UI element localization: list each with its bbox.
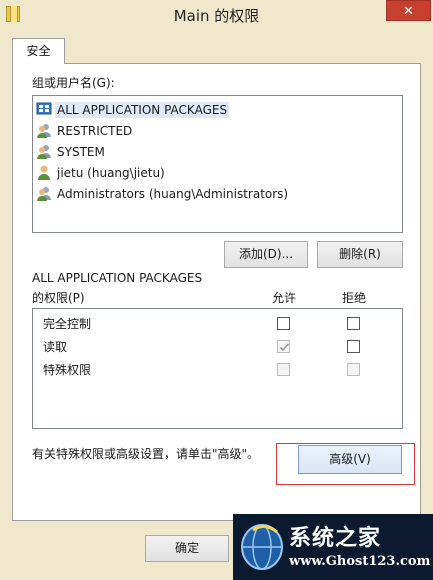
permission-row: 特殊权限	[43, 363, 92, 377]
permissions-list: 完全控制 读取 特殊权限	[32, 308, 403, 429]
deny-special-checkbox	[347, 363, 360, 376]
allow-read-checkbox	[277, 340, 290, 353]
advanced-hint: 有关特殊权限或高级设置，请单击"高级"。	[32, 447, 260, 461]
globe-logo-icon	[241, 524, 283, 570]
window-title: Main 的权限	[173, 7, 260, 25]
group-users-icon	[36, 143, 52, 159]
ok-button[interactable]: 确定	[145, 535, 229, 562]
watermark-url: www.Ghost123.com	[289, 554, 431, 569]
deny-read-checkbox[interactable]	[347, 340, 360, 353]
permission-row: 完全控制	[43, 317, 92, 331]
list-item[interactable]: jietu (huang\jietu)	[36, 163, 167, 183]
list-item[interactable]: SYSTEM	[36, 142, 107, 162]
allow-full-control-checkbox[interactable]	[277, 317, 290, 330]
list-item[interactable]: RESTRICTED	[36, 121, 134, 141]
group-users-icon	[36, 122, 52, 138]
allow-special-checkbox	[277, 363, 290, 376]
groups-label: 组或用户名(G):	[32, 76, 115, 90]
list-item[interactable]: ALL APPLICATION PACKAGES	[36, 100, 230, 120]
title-bar: Main 的权限 ✕	[0, 0, 433, 30]
remove-button[interactable]: 删除(R)	[317, 241, 403, 268]
list-item[interactable]: Administrators (huang\Administrators)	[36, 184, 290, 204]
permission-row: 读取	[43, 340, 68, 354]
app-packages-icon	[36, 101, 52, 117]
add-button[interactable]: 添加(D)...	[224, 241, 308, 268]
deny-header: 拒绝	[342, 291, 367, 305]
checkmark-icon	[279, 343, 290, 352]
groups-listbox[interactable]: ALL APPLICATION PACKAGES RESTRICTED SYST…	[32, 95, 403, 233]
allow-header: 允许	[272, 291, 297, 305]
permissions-label: 的权限(P)	[32, 291, 85, 305]
deny-full-control-checkbox[interactable]	[347, 317, 360, 330]
group-users-icon	[36, 185, 52, 201]
watermark: 系统之家 www.Ghost123.com	[233, 514, 433, 580]
user-icon	[36, 164, 52, 180]
highlight-box	[276, 443, 415, 485]
close-button[interactable]: ✕	[386, 0, 431, 21]
permissions-subject: ALL APPLICATION PACKAGES	[32, 271, 203, 285]
tab-security[interactable]: 安全	[12, 38, 65, 64]
watermark-title: 系统之家	[289, 525, 382, 551]
